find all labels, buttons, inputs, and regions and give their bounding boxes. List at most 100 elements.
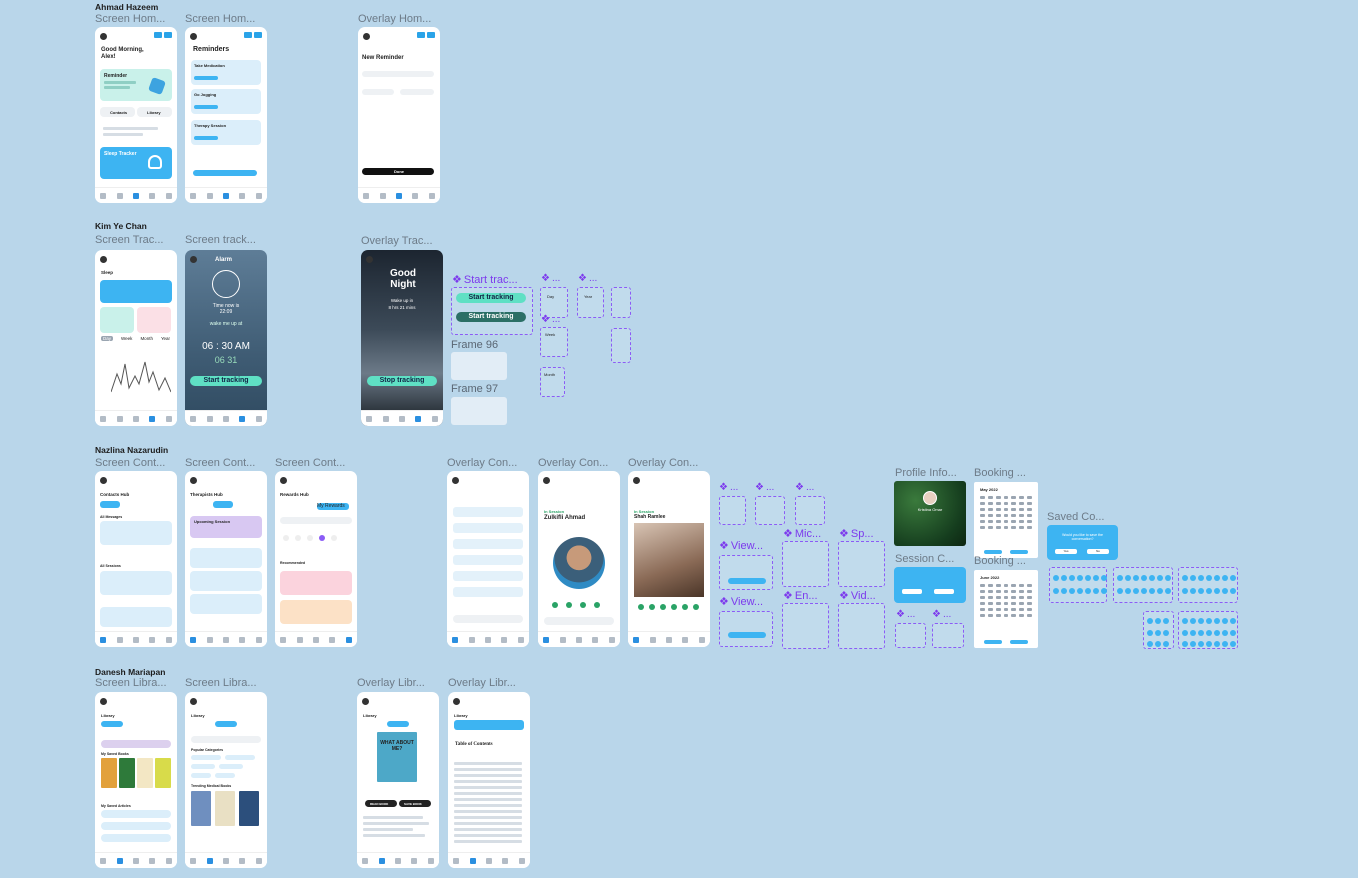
video-call-overlay[interactable]: In Session Shah Ramlee [628, 471, 710, 647]
alarm-time-picker[interactable]: 06 : 30 AM [185, 341, 267, 352]
start-tracking-variants[interactable]: Start tracking Start tracking [451, 287, 533, 335]
sleep-screen-frame[interactable]: Sleep Day Week Month Year [95, 250, 177, 426]
stop-tracking-button[interactable]: Stop tracking [367, 376, 437, 386]
message-card[interactable] [100, 521, 172, 545]
no-button[interactable]: No [1087, 549, 1109, 554]
home-screen-frame[interactable]: Good Morning, Alex! Reminder Contacts Li… [95, 27, 177, 203]
library-button[interactable]: Library [137, 107, 172, 117]
frame-label[interactable]: Overlay Con... [628, 457, 708, 469]
yes-button[interactable]: Yes [1055, 549, 1077, 554]
therapists-hub-frame[interactable]: Therapists Hub Upcoming Session [185, 471, 267, 647]
frame-97[interactable] [451, 397, 507, 425]
date-variants[interactable] [1178, 567, 1238, 603]
frame-label[interactable]: Screen Cont... [185, 457, 265, 469]
frame-label[interactable]: Screen track... [185, 234, 265, 246]
session-confirm-card[interactable] [894, 567, 966, 603]
tab-active[interactable] [100, 501, 120, 508]
search-input[interactable] [191, 736, 261, 743]
component-label[interactable]: Start trac... [452, 273, 518, 286]
frame-label[interactable]: Booking ... [974, 555, 1040, 567]
speaker-variants[interactable] [838, 541, 885, 587]
frame-label[interactable]: Overlay Con... [447, 457, 527, 469]
add-reminder-button[interactable] [193, 170, 257, 176]
sleep-tracker-card[interactable]: Sleep Tracker [100, 147, 172, 179]
read-book-button[interactable]: READ BOOK [365, 800, 397, 807]
voice-call-overlay[interactable]: In Session Zulkifli Ahmad [538, 471, 620, 647]
date-variants[interactable] [1049, 567, 1107, 603]
library-books-frame[interactable]: Library Popular Categories Trending Medi… [185, 692, 267, 868]
save-book-button[interactable]: SAVE BOOK [399, 800, 431, 807]
start-tracking-button[interactable]: Start tracking [190, 376, 262, 386]
frame-label[interactable]: Overlay Libr... [448, 677, 528, 689]
frame-label[interactable]: Saved Co... [1047, 511, 1119, 523]
reminder-item[interactable]: Take Medication [191, 60, 261, 85]
tab-week-variant[interactable]: Week [540, 327, 568, 357]
frame-label[interactable]: Overlay Libr... [357, 677, 437, 689]
tab-week[interactable]: Week [121, 336, 132, 341]
contacts-button[interactable]: Contacts [100, 107, 135, 117]
booking-calendar-may[interactable]: May 2022 [974, 482, 1038, 558]
title-input[interactable] [362, 71, 434, 77]
alarm-screen-frame[interactable]: Alarm Time now is 22:09 wake me up at 06… [185, 250, 267, 426]
session-card[interactable] [100, 571, 172, 595]
my-rewards-button[interactable]: My Rewards [317, 503, 349, 510]
reward-card[interactable] [280, 571, 352, 595]
frame-label[interactable]: Screen Hom... [95, 13, 175, 25]
save-conversation-dialog[interactable]: Would you like to save the conversation?… [1047, 525, 1118, 560]
tab-month[interactable]: Month [140, 336, 153, 341]
contacts-hub-frame[interactable]: Contacts Hub All Messages All Sessions [95, 471, 177, 647]
frame-label[interactable]: Overlay Con... [538, 457, 618, 469]
tab-year[interactable]: Year [161, 336, 170, 341]
frame-label[interactable]: Screen Libra... [185, 677, 265, 689]
end-call-variants[interactable] [782, 603, 829, 649]
frame-label[interactable]: Overlay Trac... [361, 235, 441, 247]
frame-label[interactable]: Profile Info... [895, 467, 967, 479]
profile-info-card[interactable]: Kristina Omar [894, 481, 966, 546]
date-variants[interactable] [1178, 611, 1238, 649]
date-variants[interactable] [1143, 611, 1174, 649]
icon-variants[interactable] [611, 287, 631, 318]
frame-label[interactable]: Screen Cont... [95, 457, 175, 469]
membership-row[interactable] [280, 517, 352, 524]
reward-card[interactable] [280, 600, 352, 624]
tab-month-variant[interactable]: Month [540, 367, 565, 397]
video-variants[interactable] [838, 603, 885, 649]
session-card[interactable] [100, 607, 172, 627]
frame-label[interactable]: Screen Libra... [95, 677, 175, 689]
reminders-screen-frame[interactable]: Reminders Take Medication Go Jogging The… [185, 27, 267, 203]
reminder-item[interactable]: Go Jogging [191, 89, 261, 114]
book-detail-overlay[interactable]: Library WHAT ABOUT ME? READ BOOK SAVE BO… [357, 692, 439, 868]
bottom-nav[interactable] [95, 187, 177, 203]
upcoming-session-card[interactable]: Upcoming Session [190, 516, 262, 538]
message-input[interactable] [453, 615, 523, 623]
frame-label[interactable]: Booking ... [974, 467, 1040, 479]
time-select[interactable] [400, 89, 434, 95]
call-controls[interactable] [552, 602, 600, 608]
therapist-card[interactable] [190, 548, 262, 568]
frame-label[interactable]: Screen Cont... [275, 457, 355, 469]
therapist-card[interactable] [190, 571, 262, 591]
tab-day[interactable]: Day [101, 336, 114, 341]
good-night-overlay[interactable]: Good Night Wake up in 8 hrs 21 mins Stop… [361, 250, 443, 426]
repeat-select[interactable] [362, 89, 394, 95]
book-reader-overlay[interactable]: Library Table of Contents [448, 692, 530, 868]
date-variants[interactable] [1113, 567, 1173, 603]
reminder-card[interactable]: Reminder [100, 69, 172, 101]
library-saved-frame[interactable]: Library My Saved Books My Saved Articles [95, 692, 177, 868]
chat-overlay[interactable] [447, 471, 529, 647]
frame-label[interactable]: Session C... [895, 553, 967, 565]
new-reminder-overlay[interactable]: New Reminder Done [358, 27, 440, 203]
booking-calendar-june[interactable]: June 2022 [974, 570, 1038, 648]
done-button[interactable]: Done [362, 168, 434, 175]
rewards-hub-frame[interactable]: Rewards Hub My Rewards Recommended [275, 471, 357, 647]
reminder-item[interactable]: Therapy Session [191, 120, 261, 145]
tab-year-variant[interactable]: Year [577, 287, 604, 318]
category-icons[interactable] [283, 535, 337, 541]
frame-label[interactable]: Screen Trac... [95, 234, 175, 246]
frame-label[interactable]: Overlay Hom... [358, 13, 438, 25]
frame-96[interactable] [451, 352, 507, 380]
frame-label[interactable]: Screen Hom... [185, 13, 265, 25]
icon-variants[interactable] [611, 328, 631, 363]
therapist-card[interactable] [190, 594, 262, 614]
mic-variants[interactable] [782, 541, 829, 587]
